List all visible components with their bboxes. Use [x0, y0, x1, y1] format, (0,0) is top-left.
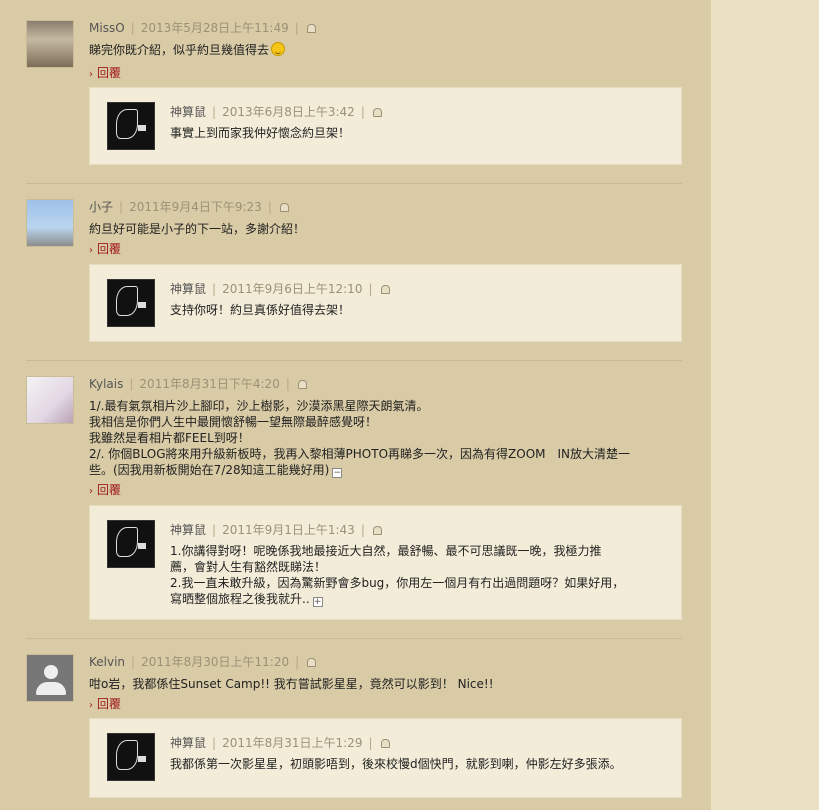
reply-link[interactable]: › 回覆: [89, 242, 121, 258]
comment-text: 咁o岩，我都係住Sunset Camp!! 我冇嘗試影星星，竟然可以影到！ Ni…: [89, 677, 494, 691]
reply-line: 2.我一直未敢升級，因為驚新野會多bug，你用左一個月有冇出過問題呀？如果好用，: [170, 576, 625, 590]
sidebar-area: [711, 0, 819, 810]
reply-text: 1.你講得對呀！呢晚係我地最接近大自然，最舒暢、最不可思議既一晚，我極力推 薦，…: [170, 543, 670, 607]
reply-link[interactable]: › 回覆: [89, 697, 121, 713]
comment-item: Kylais | 2011年8月31日下午4:20 | 1/.最有氣氛相片沙上腳印，沙…: [26, 376, 682, 626]
comment-meta: MissO | 2013年5月28日上午11:49 |: [89, 20, 316, 36]
reply-box: 神算鼠 | 2011年8月31日上午1:29 | 我都係第一次影星星，初頭影唔到，後來…: [89, 718, 682, 798]
comment-date[interactable]: 2013年6月8日上午3:42: [222, 105, 355, 119]
comment-text: 1/.最有氣氛相片沙上腳印，沙上樹影，沙漠添黑星際天朗氣清。 我相信是你們人生中…: [89, 398, 682, 478]
comment-date[interactable]: 2011年9月1日上午1:43: [222, 523, 355, 537]
comment-meta: 小子 | 2011年9月4日下午9:23 |: [89, 199, 289, 215]
comment-meta: 神算鼠 | 2011年9月6日上午12:10 |: [170, 281, 390, 297]
comment-date[interactable]: 2013年5月28日上午11:49: [141, 21, 289, 35]
comment-line: 些。(因我用新板開始在7/28知這工能幾好用) −: [89, 463, 343, 478]
comment-date[interactable]: 2011年9月6日上午12:10: [222, 282, 362, 296]
report-flag-icon[interactable]: [372, 526, 382, 535]
avatar[interactable]: [107, 102, 155, 150]
reply-box: 神算鼠 | 2011年9月6日上午12:10 | 支持你呀！約旦真係好值得去架！: [89, 264, 682, 342]
comment-item: 小子 | 2011年9月4日下午9:23 | 約旦好可能是小子的下一站，多謝介紹！ ›…: [26, 199, 682, 349]
author-name[interactable]: 神算鼠: [170, 105, 206, 119]
reply-line: 1.你講得對呀！呢晚係我地最接近大自然，最舒暢、最不可思議既一晚，我極力推: [170, 544, 602, 558]
report-flag-icon[interactable]: [279, 203, 289, 212]
avatar[interactable]: [26, 199, 74, 247]
reply-line: 薦，會對人生有豁然既睇法！: [170, 560, 327, 574]
reply-box: 神算鼠 | 2011年9月1日上午1:43 | 1.你講得對呀！呢晚係我地最接近大自然…: [89, 505, 682, 620]
report-flag-icon[interactable]: [306, 24, 316, 33]
reply-link[interactable]: › 回覆: [89, 483, 121, 499]
author-name[interactable]: Kylais: [89, 377, 123, 391]
author-name[interactable]: 神算鼠: [170, 523, 206, 537]
collapse-icon[interactable]: −: [332, 468, 343, 478]
report-flag-icon[interactable]: [372, 108, 382, 117]
reply-link[interactable]: › 回覆: [89, 66, 121, 82]
comment-line: 2/. 你個BLOG將來用升級新板時，我再入黎相薄PHOTO再睇多一次，因為有得…: [89, 447, 631, 461]
chevron-right-icon: ›: [89, 486, 93, 497]
smiley-emoji-icon: [271, 42, 286, 56]
report-flag-icon[interactable]: [307, 658, 317, 667]
comment-line: 我雖然是看相片都FEEL到呀！: [89, 431, 250, 445]
comment-line: 1/.最有氣氛相片沙上腳印，沙上樹影，沙漠添黑星際天朗氣清。: [89, 399, 429, 413]
comment-date[interactable]: 2011年8月31日下午4:20: [139, 377, 279, 391]
avatar[interactable]: [26, 376, 74, 424]
comment-meta: Kelvin | 2011年8月30日上午11:20 |: [89, 654, 317, 670]
comment-meta: Kylais | 2011年8月31日下午4:20 |: [89, 376, 307, 392]
author-name[interactable]: Kelvin: [89, 655, 125, 669]
comment-item: MissO | 2013年5月28日上午11:49 | 睇完你既介紹，似乎約旦幾值得去…: [26, 20, 682, 170]
avatar[interactable]: [107, 520, 155, 568]
expand-icon[interactable]: +: [312, 597, 323, 607]
comment-text: 約旦好可能是小子的下一站，多謝介紹！: [89, 222, 306, 236]
reply-line: 寫晒整個旅程之後我就升.. +: [170, 592, 323, 607]
author-name[interactable]: MissO: [89, 21, 125, 35]
reply-box: 神算鼠 | 2013年6月8日上午3:42 | 事實上到而家我仲好懷念約旦架！: [89, 87, 682, 165]
divider: [26, 183, 682, 184]
chevron-right-icon: ›: [89, 69, 93, 80]
chevron-right-icon: ›: [89, 245, 93, 256]
reply-text: 我都係第一次影星星，初頭影唔到，後來校慢d個快門，就影到喇，仲影左好多張添。: [170, 757, 622, 771]
author-name[interactable]: 神算鼠: [170, 736, 206, 750]
comment-meta: 神算鼠 | 2013年6月8日上午3:42 |: [170, 104, 382, 120]
avatar[interactable]: [107, 279, 155, 327]
comment-line: 我相信是你們人生中最開懷舒暢一望無際最醉感覺呀！: [89, 415, 378, 429]
report-flag-icon[interactable]: [297, 380, 307, 389]
comment-item: Kelvin | 2011年8月30日上午11:20 | 咁o岩，我都係住Sunset…: [26, 654, 682, 810]
divider: [26, 360, 682, 361]
comment-date[interactable]: 2011年8月31日上午1:29: [222, 736, 362, 750]
reply-text: 事實上到而家我仲好懷念約旦架！: [170, 126, 351, 140]
comment-meta: 神算鼠 | 2011年8月31日上午1:29 |: [170, 735, 390, 751]
report-flag-icon[interactable]: [380, 739, 390, 748]
comment-meta: 神算鼠 | 2011年9月1日上午1:43 |: [170, 522, 382, 538]
report-flag-icon[interactable]: [380, 285, 390, 294]
comment-date[interactable]: 2011年9月4日下午9:23: [129, 200, 262, 214]
avatar[interactable]: [26, 654, 74, 702]
comment-date[interactable]: 2011年8月30日上午11:20: [141, 655, 289, 669]
avatar[interactable]: [107, 733, 155, 781]
author-name[interactable]: 神算鼠: [170, 282, 206, 296]
comment-text: 睇完你既介紹，似乎約旦幾值得去: [89, 42, 286, 58]
chevron-right-icon: ›: [89, 700, 93, 711]
divider: [26, 638, 682, 639]
author-name[interactable]: 小子: [89, 200, 113, 214]
avatar[interactable]: [26, 20, 74, 68]
reply-text: 支持你呀！約旦真係好值得去架！: [170, 303, 351, 317]
default-user-icon: [44, 665, 58, 679]
